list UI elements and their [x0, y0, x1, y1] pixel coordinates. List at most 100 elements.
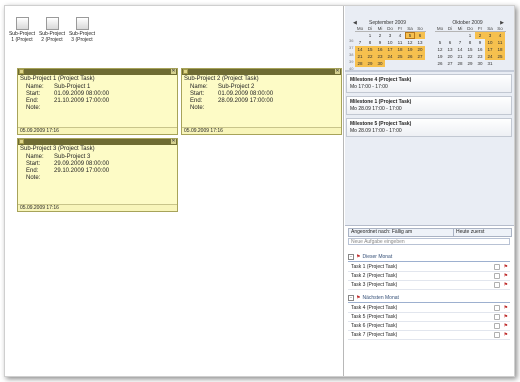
calendar-day[interactable]: 29 — [365, 60, 375, 67]
calendar-day[interactable]: 27 — [415, 53, 425, 60]
calendar-day[interactable]: 5 — [435, 39, 445, 46]
arrange-by-bar[interactable]: Angeordnet nach: Fällig am Heute zuerst — [348, 228, 512, 237]
task-group-this-month[interactable]: − ⚑ Dieser Monat — [348, 253, 510, 262]
calendar-day[interactable]: 26 — [435, 60, 445, 67]
calendar-day[interactable]: 21 — [355, 53, 365, 60]
calendar-day[interactable]: 18 — [395, 46, 405, 53]
calendar-day[interactable]: 7 — [455, 39, 465, 46]
task-checkbox[interactable] — [494, 264, 500, 270]
calendar-day[interactable]: 25 — [495, 53, 505, 60]
calendar-day[interactable]: 29 — [465, 60, 475, 67]
appointment-milestone-5[interactable]: Milestone 5 (Project Task) Mo 28.09 17:0… — [346, 118, 512, 137]
flag-icon[interactable]: ⚑ — [504, 331, 508, 339]
calendar-day[interactable]: 23 — [375, 53, 385, 60]
task-row[interactable]: Task 3 (Project Task) ⚑ — [348, 281, 510, 290]
task-checkbox[interactable] — [494, 314, 500, 320]
calendar-day[interactable]: 28 — [355, 60, 365, 67]
task-checkbox[interactable] — [494, 282, 500, 288]
calendar-day[interactable]: 14 — [355, 46, 365, 53]
calendar-day[interactable]: 8 — [365, 39, 375, 46]
calendar-day[interactable]: 16 — [375, 46, 385, 53]
calendar-day[interactable]: 10 — [385, 39, 395, 46]
task-checkbox[interactable] — [494, 305, 500, 311]
calendar-day[interactable]: 2 — [475, 32, 485, 39]
task-checkbox[interactable] — [494, 323, 500, 329]
calendar-day[interactable]: 14 — [455, 46, 465, 53]
calendar-day[interactable]: 30 — [475, 60, 485, 67]
sort-order-label[interactable]: Heute zuerst — [453, 229, 509, 236]
calendar-day[interactable]: 25 — [395, 53, 405, 60]
calendar-day[interactable]: 15 — [365, 46, 375, 53]
appointment-milestone-1[interactable]: Milestone 1 (Project Task) Mo 28.09 17:0… — [346, 96, 512, 115]
calendar-day[interactable]: 6 — [415, 32, 425, 39]
calendar-day[interactable]: 27 — [445, 60, 455, 67]
flag-icon[interactable]: ⚑ — [504, 304, 508, 312]
task-row[interactable]: Task 5 (Project Task) ⚑ — [348, 313, 510, 322]
calendar-day[interactable]: 12 — [405, 39, 415, 46]
calendar-day[interactable]: 13 — [415, 39, 425, 46]
calendar-day[interactable]: 17 — [485, 46, 495, 53]
note-sub-project-3[interactable]: ✕ Sub-Project 3 (Project Task) Name: Sub-… — [17, 138, 178, 212]
arrange-by-label[interactable]: Angeordnet nach: Fällig am — [351, 229, 412, 236]
calendar-day[interactable]: 8 — [465, 39, 475, 46]
task-checkbox[interactable] — [494, 332, 500, 338]
close-icon[interactable]: ✕ — [171, 139, 176, 144]
calendar-day[interactable]: 20 — [445, 53, 455, 60]
task-group-next-month[interactable]: − ⚑ Nächsten Monat — [348, 294, 510, 303]
note-title-bar[interactable]: ✕ — [18, 139, 177, 145]
note-icon[interactable] — [19, 139, 24, 144]
calendar-day[interactable]: 4 — [495, 32, 505, 39]
collapse-icon[interactable]: − — [348, 294, 354, 301]
calendar-day[interactable]: 31 — [485, 60, 495, 67]
flag-icon[interactable]: ⚑ — [504, 263, 508, 271]
calendar-day[interactable]: 9 — [475, 39, 485, 46]
calendar-day[interactable]: 22 — [465, 53, 475, 60]
note-sub-project-2[interactable]: ✕ Sub-Project 2 (Project Task) Name: Sub-… — [181, 68, 342, 135]
note-title-bar[interactable]: ✕ — [18, 69, 177, 75]
calendar-day[interactable]: 6 — [445, 39, 455, 46]
calendar-day[interactable]: 11 — [395, 39, 405, 46]
calendar-day[interactable]: 24 — [485, 53, 495, 60]
calendar-day[interactable]: 5 — [405, 32, 415, 39]
calendar-day[interactable]: 19 — [405, 46, 415, 53]
project-icon-3[interactable]: Sub-Project 3 (Project — [67, 17, 97, 43]
task-checkbox[interactable] — [494, 273, 500, 279]
calendar-day[interactable]: 3 — [385, 32, 395, 39]
note-title-bar[interactable]: ✕ — [182, 69, 341, 75]
calendar-day[interactable]: 22 — [365, 53, 375, 60]
calendar-day[interactable]: 16 — [475, 46, 485, 53]
close-icon[interactable]: ✕ — [335, 69, 340, 74]
calendar-day[interactable]: 3 — [485, 32, 495, 39]
calendar-day[interactable]: 24 — [385, 53, 395, 60]
collapse-icon[interactable]: − — [348, 253, 354, 260]
task-row[interactable]: Task 1 (Project Task) ⚑ — [348, 263, 510, 272]
flag-icon[interactable]: ⚑ — [504, 281, 508, 289]
calendar-day[interactable]: 1 — [465, 32, 475, 39]
calendar-day[interactable]: 26 — [405, 53, 415, 60]
calendar-day[interactable]: 17 — [385, 46, 395, 53]
task-row[interactable]: Task 6 (Project Task) ⚑ — [348, 322, 510, 331]
task-row[interactable]: Task 2 (Project Task) ⚑ — [348, 272, 510, 281]
new-task-input[interactable]: Neue Aufgabe eingeben — [348, 238, 510, 245]
calendar-day[interactable]: 4 — [395, 32, 405, 39]
calendar-day[interactable]: 11 — [495, 39, 505, 46]
task-row[interactable]: Task 4 (Project Task) ⚑ — [348, 304, 510, 313]
note-sub-project-1[interactable]: ✕ Sub-Project 1 (Project Task) Name: Sub-… — [17, 68, 178, 135]
calendar-day[interactable]: 28 — [455, 60, 465, 67]
calendar-day[interactable]: 13 — [445, 46, 455, 53]
calendar-day[interactable]: 7 — [355, 39, 365, 46]
task-row[interactable]: Task 7 (Project Task) ⚑ — [348, 331, 510, 340]
calendar-day[interactable]: 12 — [435, 46, 445, 53]
appointment-milestone-4[interactable]: Milestone 4 (Project Task) Mo 17:00 - 17… — [346, 74, 512, 93]
project-icon-2[interactable]: Sub-Project 2 (Project — [37, 17, 67, 43]
flag-icon[interactable]: ⚑ — [504, 313, 508, 321]
calendar-day[interactable]: 21 — [455, 53, 465, 60]
note-icon[interactable] — [183, 69, 188, 74]
calendar-day[interactable]: 19 — [435, 53, 445, 60]
calendar-day[interactable]: 18 — [495, 46, 505, 53]
calendar-day[interactable]: 10 — [485, 39, 495, 46]
note-icon[interactable] — [19, 69, 24, 74]
flag-icon[interactable]: ⚑ — [504, 272, 508, 280]
calendar-day[interactable]: 23 — [475, 53, 485, 60]
calendar-day[interactable]: 2 — [375, 32, 385, 39]
